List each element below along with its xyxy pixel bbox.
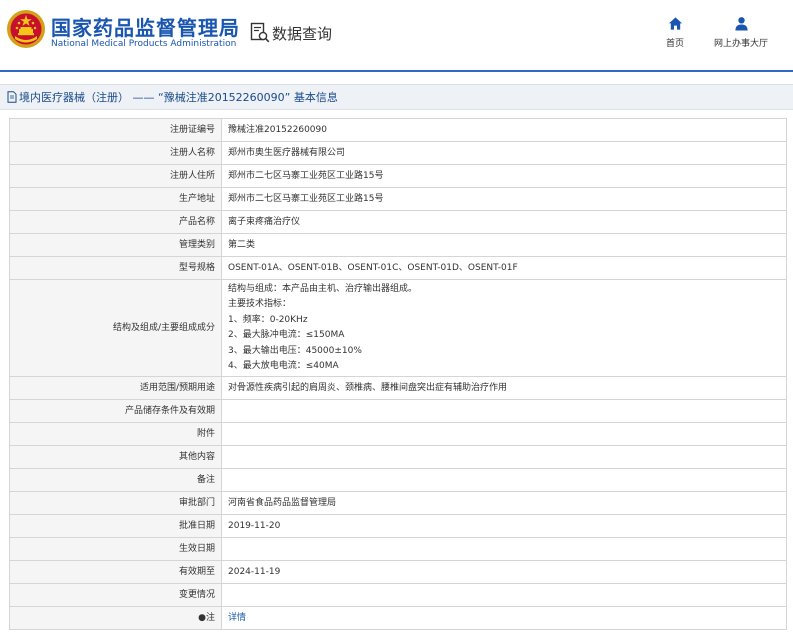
brand-name-cn[interactable]: 国家药品监督管理局 [51, 12, 240, 41]
document-icon [7, 91, 17, 103]
row-label: ●注 [9, 606, 222, 631]
structure-line: 4、最大放电电流：≤40MA [228, 361, 339, 372]
table-row: 管理类别 第二类 [9, 233, 787, 257]
row-value: 详情 [221, 606, 787, 631]
table-row: 生效日期 [9, 537, 787, 562]
row-label: 结构及组成/主要组成成分 [9, 278, 222, 378]
device-info-table: 注册证编号 豫械注准20152260090 注册人名称 郑州市奥生医疗器械有限公… [9, 118, 787, 631]
user-icon [734, 17, 748, 31]
row-value: 郑州市奥生医疗器械有限公司 [221, 141, 787, 165]
table-row: 生产地址 郑州市二七区马寨工业苑区工业路15号 [9, 187, 787, 211]
table-row: 其他内容 [9, 445, 787, 470]
row-label: 附件 [9, 422, 222, 447]
row-value: 第二类 [221, 233, 787, 257]
table-row: 有效期至 2024-11-19 [9, 560, 787, 585]
row-label: 变更情况 [9, 583, 222, 608]
table-row: 产品名称 离子束疼痛治疗仪 [9, 210, 787, 234]
row-label: 管理类别 [9, 233, 222, 257]
nav-home-label: 首页 [665, 39, 684, 49]
table-row: 结构及组成/主要组成成分 结构与组成：本产品由主机、治疗输出器组成。 主要技术指… [9, 278, 787, 378]
detail-link[interactable]: 详情 [228, 613, 246, 623]
nav-home[interactable]: 首页 [660, 16, 690, 49]
structure-line: 3、最大输出电压：45000±10% [228, 345, 362, 356]
table-row: ●注 详情 [9, 606, 787, 631]
row-value: 河南省食品药品监督管理局 [221, 491, 787, 516]
row-value [221, 468, 787, 493]
table-row: 批准日期 2019-11-20 [9, 514, 787, 539]
table-row: 审批部门 河南省食品药品监督管理局 [9, 491, 787, 516]
structure-line: 结构与组成：本产品由主机、治疗输出器组成。 [228, 284, 418, 294]
structure-line: 1、频率：0-20KHz [228, 314, 308, 325]
nav-service-label: 网上办事大厅 [713, 39, 768, 49]
national-emblem-icon [7, 10, 45, 48]
document-search-icon [250, 22, 270, 43]
row-value: OSENT-01A、OSENT-01B、OSENT-01C、OSENT-01D、… [221, 256, 787, 280]
table-row: 变更情况 [9, 583, 787, 608]
row-label: 批准日期 [9, 514, 222, 539]
row-label: 生效日期 [9, 537, 222, 562]
table-row: 注册人住所 郑州市二七区马寨工业苑区工业路15号 [9, 164, 787, 188]
site-header: 国家药品监督管理局 National Medical Products Admi… [0, 0, 793, 72]
row-label: 产品储存条件及有效期 [9, 399, 222, 424]
table-row: 注册人名称 郑州市奥生医疗器械有限公司 [9, 141, 787, 165]
record-title: 境内医疗器械（注册） —— “豫械注准20152260090” 基本信息 [19, 91, 338, 104]
row-value [221, 422, 787, 447]
table-row: 注册证编号 豫械注准20152260090 [9, 118, 787, 142]
table-row: 型号规格 OSENT-01A、OSENT-01B、OSENT-01C、OSENT… [9, 256, 787, 280]
table-row: 附件 [9, 422, 787, 447]
row-label: 其他内容 [9, 445, 222, 470]
query-title-text: 数据查询 [272, 24, 333, 43]
query-title: 数据查询 [250, 22, 332, 44]
row-label: 适用范围/预期用途 [9, 376, 222, 401]
structure-line: 主要技术指标： [228, 299, 292, 310]
structure-line: 2、最大脉冲电流：≤150MA [228, 330, 345, 341]
row-value: 结构与组成：本产品由主机、治疗输出器组成。 主要技术指标： 1、频率：0-20K… [221, 278, 787, 378]
row-label: 注册证编号 [9, 118, 222, 142]
row-label: 有效期至 [9, 560, 222, 585]
row-value [221, 399, 787, 424]
row-label: 型号规格 [9, 256, 222, 280]
row-value: 2019-11-20 [221, 514, 787, 539]
row-value: 对骨源性疾病引起的肩周炎、颈椎病、腰椎间盘突出症有辅助治疗作用 [221, 376, 787, 401]
row-value [221, 583, 787, 608]
record-title-bar: 境内医疗器械（注册） —— “豫械注准20152260090” 基本信息 [0, 84, 793, 110]
row-label: 备注 [9, 468, 222, 493]
brand-name-en[interactable]: National Medical Products Administration [51, 39, 236, 49]
row-label: 注册人名称 [9, 141, 222, 165]
row-value [221, 445, 787, 470]
row-value: 豫械注准20152260090 [221, 118, 787, 142]
row-value [221, 537, 787, 562]
table-row: 备注 [9, 468, 787, 493]
row-value: 郑州市二七区马寨工业苑区工业路15号 [221, 164, 787, 188]
row-value: 郑州市二七区马寨工业苑区工业路15号 [221, 187, 787, 211]
row-label: 生产地址 [9, 187, 222, 211]
table-row: 适用范围/预期用途 对骨源性疾病引起的肩周炎、颈椎病、腰椎间盘突出症有辅助治疗作… [9, 376, 787, 401]
row-value: 离子束疼痛治疗仪 [221, 210, 787, 234]
row-value: 2024-11-19 [221, 560, 787, 585]
home-icon [668, 17, 682, 30]
table-row: 产品储存条件及有效期 [9, 399, 787, 424]
row-label: 审批部门 [9, 491, 222, 516]
nav-service-hall[interactable]: 网上办事大厅 [710, 16, 772, 49]
row-label: 产品名称 [9, 210, 222, 234]
row-label: 注册人住所 [9, 164, 222, 188]
